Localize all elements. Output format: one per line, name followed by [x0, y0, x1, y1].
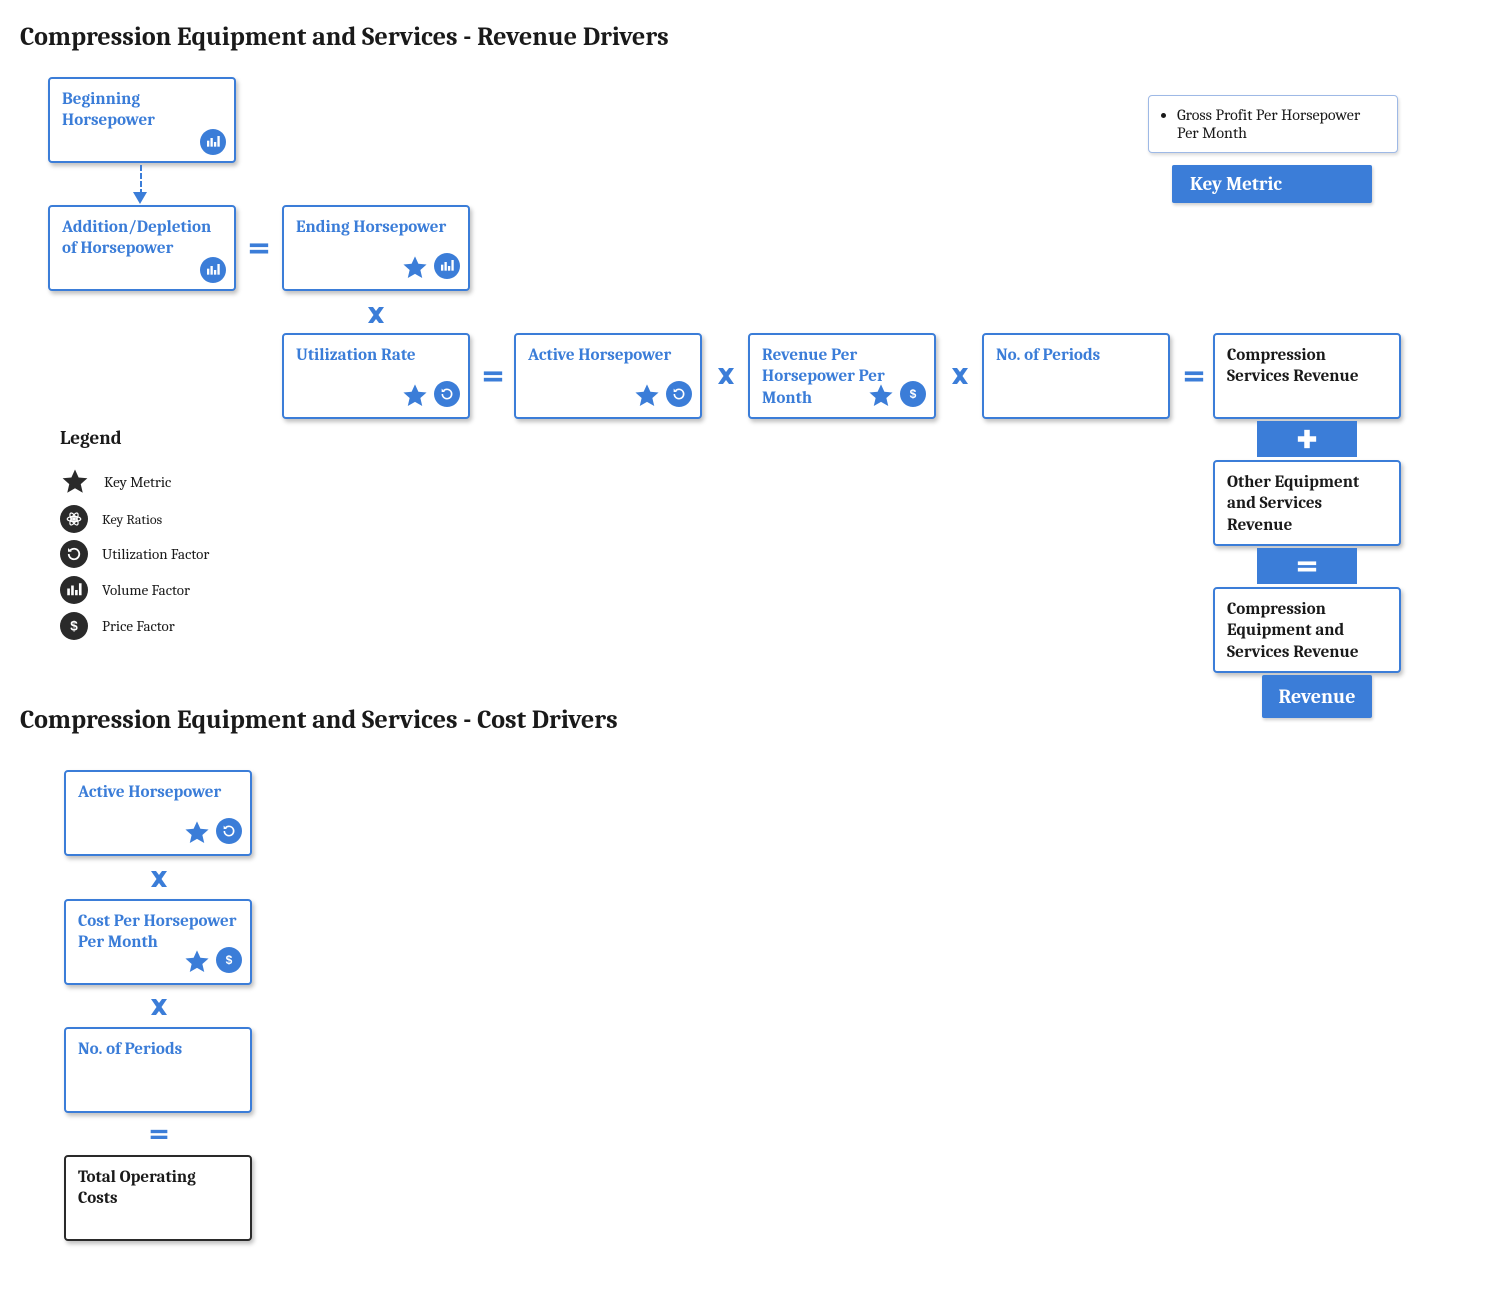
box-active-hp: Active Horsepower	[514, 333, 702, 419]
revenue-title: Compression Equipment and Services - Rev…	[20, 22, 669, 52]
box-label: Total Operating Costs	[78, 1167, 238, 1210]
callout-key-metric: Gross Profit Per Horsepower Per Month	[1148, 95, 1398, 153]
refresh-circle-icon	[60, 540, 88, 568]
dollar-icon	[216, 947, 242, 973]
legend-title: Legend	[60, 427, 122, 449]
box-add-depl-hp: Addition/Depletion of Horsepower	[48, 205, 236, 291]
star-icon	[182, 818, 212, 848]
star-icon	[400, 381, 430, 411]
equals-icon	[146, 1123, 172, 1145]
legend-vol-factor: Volume Factor	[60, 576, 190, 604]
box-label: Compression Services Revenue	[1227, 345, 1387, 388]
box-total-rev: Compression Equipment and Services Reven…	[1213, 587, 1401, 673]
legend-label: Volume Factor	[102, 581, 190, 599]
box-ending-hp: Ending Horsepower	[282, 205, 470, 291]
box-rev-per-hp: Revenue Per Horsepower Per Month	[748, 333, 936, 419]
box-label: Active Horsepower	[78, 782, 238, 803]
bar-chart-icon	[200, 257, 226, 283]
plus-icon	[1257, 421, 1357, 457]
star-icon	[400, 253, 430, 283]
equals-icon	[1181, 365, 1207, 387]
multiply-icon	[363, 302, 389, 328]
bar-chart-icon	[200, 129, 226, 155]
box-label: Addition/Depletion of Horsepower	[62, 217, 222, 260]
box-util-rate: Utilization Rate	[282, 333, 470, 419]
box-label: Other Equipment and Services Revenue	[1227, 472, 1387, 536]
box-comp-serv-rev: Compression Services Revenue	[1213, 333, 1401, 419]
equals-icon	[480, 365, 506, 387]
equals-icon	[1257, 548, 1357, 584]
box-label: Ending Horsepower	[296, 217, 456, 238]
refresh-circle-icon	[216, 818, 242, 844]
star-icon	[866, 381, 896, 411]
arrowhead-icon	[133, 192, 147, 204]
box-label: Active Horsepower	[528, 345, 688, 366]
box-c-periods: No. of Periods	[64, 1027, 252, 1113]
legend-price-factor: Price Factor	[60, 612, 175, 640]
legend-label: Key Metric	[104, 473, 171, 491]
key-metric-pill: Key Metric	[1172, 165, 1372, 203]
star-icon	[182, 947, 212, 977]
atom-icon	[60, 505, 88, 533]
box-label: No. of Periods	[78, 1039, 238, 1060]
equals-icon	[246, 237, 272, 259]
box-c-active-hp: Active Horsepower	[64, 770, 252, 856]
bar-chart-icon	[434, 253, 460, 279]
bar-chart-icon	[60, 576, 88, 604]
star-icon	[632, 381, 662, 411]
legend-label: Key Ratios	[102, 511, 162, 528]
callout-item: Gross Profit Per Horsepower Per Month	[1177, 106, 1383, 142]
refresh-circle-icon	[434, 381, 460, 407]
box-label: Utilization Rate	[296, 345, 456, 366]
legend-key-metric: Key Metric	[60, 467, 171, 497]
box-label: No. of Periods	[996, 345, 1156, 366]
box-label: Beginning Horsepower	[62, 89, 222, 132]
multiply-icon	[713, 363, 739, 389]
refresh-circle-icon	[666, 381, 692, 407]
box-other-rev: Other Equipment and Services Revenue	[1213, 460, 1401, 546]
arrow-down	[140, 165, 142, 195]
revenue-pill: Revenue	[1262, 675, 1372, 718]
legend-util-factor: Utilization Factor	[60, 540, 209, 568]
legend-label: Price Factor	[102, 617, 175, 635]
multiply-icon	[947, 363, 973, 389]
box-c-cost-per-hp: Cost Per Horsepower Per Month	[64, 899, 252, 985]
box-c-total: Total Operating Costs	[64, 1155, 252, 1241]
box-label: Compression Equipment and Services Reven…	[1227, 599, 1387, 663]
box-beginning-hp: Beginning Horsepower	[48, 77, 236, 163]
cost-title: Compression Equipment and Services - Cos…	[20, 705, 618, 735]
star-icon	[60, 467, 90, 497]
multiply-icon	[146, 866, 172, 892]
dollar-icon	[60, 612, 88, 640]
box-periods: No. of Periods	[982, 333, 1170, 419]
dollar-icon	[900, 381, 926, 407]
multiply-icon	[146, 994, 172, 1020]
legend-key-ratios: Key Ratios	[60, 505, 162, 533]
legend-label: Utilization Factor	[102, 545, 209, 563]
